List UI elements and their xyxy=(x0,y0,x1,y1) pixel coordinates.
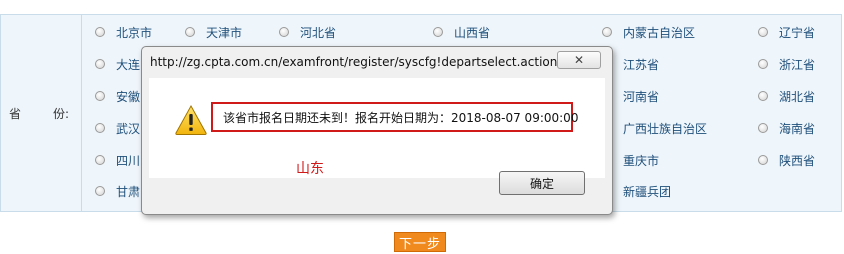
radio-button[interactable] xyxy=(602,27,612,37)
radio-button[interactable] xyxy=(433,27,443,37)
option-label: 海南省 xyxy=(779,121,816,136)
province-option-liaoning[interactable]: 辽宁省 xyxy=(758,24,815,40)
option-label: 山西省 xyxy=(454,25,491,40)
radio-button[interactable] xyxy=(95,59,105,69)
option-label: 天津市 xyxy=(206,25,243,40)
close-button[interactable]: ✕ xyxy=(557,51,601,69)
option-label: 重庆市 xyxy=(623,153,660,168)
option-label: 大连 xyxy=(116,57,141,72)
option-label: 武汉 xyxy=(116,121,141,136)
option-label: 四川 xyxy=(116,153,141,168)
option-label: 浙江省 xyxy=(779,57,816,72)
next-step-button[interactable]: 下一步 xyxy=(394,232,446,252)
option-label: 辽宁省 xyxy=(779,25,816,40)
ok-button[interactable]: 确定 xyxy=(499,171,585,195)
province-option-hainan[interactable]: 海南省 xyxy=(758,120,815,136)
province-option-gansu[interactable]: 甘肃 xyxy=(95,183,140,199)
province-option-dalian[interactable]: 大连 xyxy=(95,56,140,72)
province-option-sichuan[interactable]: 四川 xyxy=(95,152,140,168)
annotation-text: 山东 xyxy=(296,161,324,177)
dialog-titlebar: http://zg.cpta.com.cn/examfront/register… xyxy=(142,47,612,75)
province-option-beijing[interactable]: 北京市 xyxy=(95,24,152,40)
option-label: 江苏省 xyxy=(623,57,660,72)
dialog-title: http://zg.cpta.com.cn/examfront/register… xyxy=(150,55,576,69)
radio-button[interactable] xyxy=(758,91,768,101)
province-option-anhui[interactable]: 安徽 xyxy=(95,88,140,104)
radio-button[interactable] xyxy=(95,27,105,37)
option-label: 新疆兵团 xyxy=(623,184,672,199)
province-option-shanxi[interactable]: 山西省 xyxy=(433,24,490,40)
radio-button[interactable] xyxy=(279,27,289,37)
option-label: 甘肃 xyxy=(116,184,141,199)
option-label: 河北省 xyxy=(300,25,337,40)
radio-button[interactable] xyxy=(758,27,768,37)
radio-button[interactable] xyxy=(758,155,768,165)
province-option-shaanxi[interactable]: 陕西省 xyxy=(758,152,815,168)
option-label: 北京市 xyxy=(116,25,153,40)
province-option-hubei[interactable]: 湖北省 xyxy=(758,88,815,104)
province-option-wuhan[interactable]: 武汉 xyxy=(95,120,140,136)
option-label: 河南省 xyxy=(623,89,660,104)
radio-button[interactable] xyxy=(95,155,105,165)
alert-dialog: http://zg.cpta.com.cn/examfront/register… xyxy=(141,46,613,215)
radio-button[interactable] xyxy=(758,123,768,133)
province-option-guangxi[interactable]: 广西壮族自治区 xyxy=(602,120,707,136)
province-label-cell: 省 份: xyxy=(1,15,82,211)
province-option-hebei[interactable]: 河北省 xyxy=(279,24,336,40)
dialog-message: 该省市报名日期还未到！报名开始日期为：2018-08-07 09:00:00 xyxy=(223,110,579,125)
warning-icon xyxy=(175,104,207,135)
province-option-tianjin[interactable]: 天津市 xyxy=(185,24,242,40)
radio-button[interactable] xyxy=(95,186,105,196)
province-label: 省 份: xyxy=(9,105,69,122)
province-label-part-1: 省 xyxy=(9,107,22,121)
radio-button[interactable] xyxy=(185,27,195,37)
option-label: 安徽 xyxy=(116,89,141,104)
province-option-neimenggu[interactable]: 内蒙古自治区 xyxy=(602,24,695,40)
province-option-zhejiang[interactable]: 浙江省 xyxy=(758,56,815,72)
option-label: 广西壮族自治区 xyxy=(623,121,708,136)
province-label-part-2: 份: xyxy=(53,107,70,121)
option-label: 湖北省 xyxy=(779,89,816,104)
option-label: 内蒙古自治区 xyxy=(623,25,696,40)
radio-button[interactable] xyxy=(95,91,105,101)
dialog-body: 该省市报名日期还未到！报名开始日期为：2018-08-07 09:00:00 山… xyxy=(149,78,605,178)
message-highlight-box: 该省市报名日期还未到！报名开始日期为：2018-08-07 09:00:00 xyxy=(211,102,578,132)
radio-button[interactable] xyxy=(758,59,768,69)
radio-button[interactable] xyxy=(95,123,105,133)
close-icon: ✕ xyxy=(573,53,585,67)
option-label: 陕西省 xyxy=(779,153,816,168)
